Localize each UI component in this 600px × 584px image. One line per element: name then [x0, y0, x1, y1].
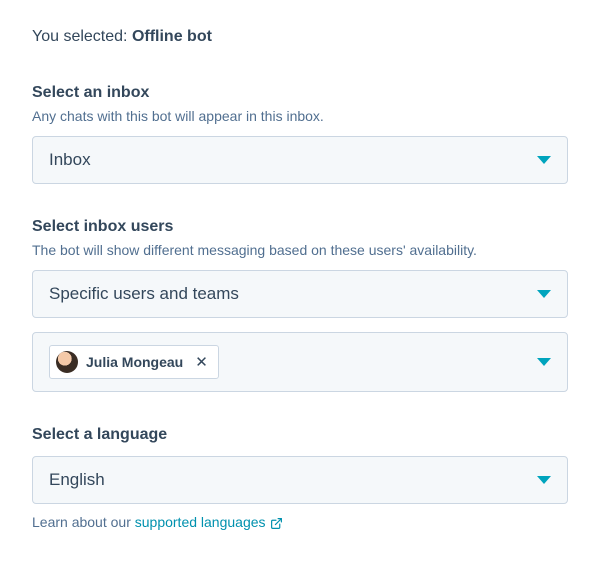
inbox-select[interactable]: Inbox: [32, 136, 568, 184]
users-mode-select[interactable]: Specific users and teams: [32, 270, 568, 318]
external-link-icon: [270, 517, 283, 530]
chevron-down-icon: [537, 476, 551, 484]
user-chip: Julia Mongeau ✕: [49, 345, 219, 379]
inbox-help: Any chats with this bot will appear in t…: [32, 108, 568, 124]
chevron-down-icon: [537, 156, 551, 164]
language-section: Select a language English Learn about ou…: [32, 426, 568, 530]
chevron-down-icon: [537, 290, 551, 298]
selected-value: Offline bot: [132, 28, 212, 45]
language-help-prefix: Learn about our: [32, 514, 135, 530]
users-mode-value: Specific users and teams: [49, 284, 239, 304]
language-select[interactable]: English: [32, 456, 568, 504]
supported-languages-link[interactable]: supported languages: [135, 514, 266, 530]
users-picker[interactable]: Julia Mongeau ✕: [32, 332, 568, 392]
inbox-title: Select an inbox: [32, 84, 568, 102]
inbox-select-value: Inbox: [49, 150, 91, 170]
avatar: [56, 351, 78, 373]
selected-summary: You selected: Offline bot: [32, 28, 568, 46]
selected-prefix: You selected:: [32, 28, 132, 45]
inbox-section: Select an inbox Any chats with this bot …: [32, 84, 568, 184]
users-help: The bot will show different messaging ba…: [32, 242, 568, 258]
language-title: Select a language: [32, 426, 568, 444]
users-title: Select inbox users: [32, 218, 568, 236]
language-select-value: English: [49, 470, 105, 490]
user-chip-label: Julia Mongeau: [86, 354, 183, 370]
users-section: Select inbox users The bot will show dif…: [32, 218, 568, 392]
users-chip-container: Julia Mongeau ✕: [49, 345, 537, 379]
language-help-line: Learn about our supported languages: [32, 514, 568, 530]
chevron-down-icon: [537, 358, 551, 366]
close-icon[interactable]: ✕: [191, 353, 208, 371]
